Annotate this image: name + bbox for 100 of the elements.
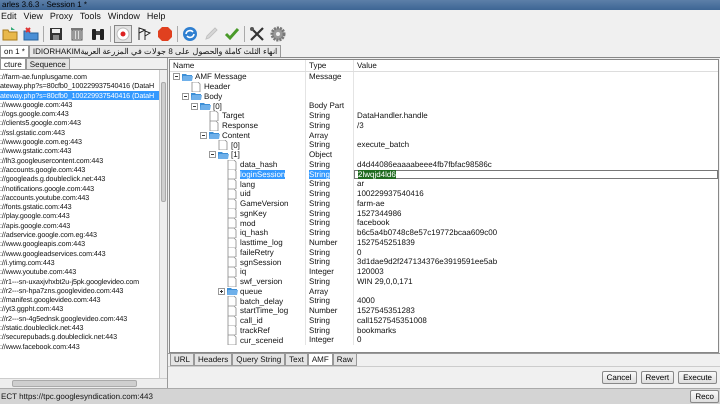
value-text: 4000	[357, 296, 375, 306]
node-name[interactable]: mod	[240, 218, 256, 228]
node-name[interactable]: iq_hash	[240, 228, 268, 238]
vertical-scrollbar[interactable]	[159, 70, 167, 378]
menu-item[interactable]: Tools	[80, 10, 101, 23]
folder-icon	[218, 150, 229, 160]
detail-tab[interactable]: Text	[285, 354, 308, 366]
folder-icon	[227, 286, 238, 296]
value-text: /3	[357, 120, 364, 130]
type-text: Number	[309, 306, 338, 315]
menu-item[interactable]: Window	[108, 10, 140, 23]
action-button[interactable]: Execute	[678, 371, 717, 384]
node-name[interactable]: GameVersion	[240, 199, 288, 208]
type-text: String	[309, 140, 330, 150]
session-tab[interactable]: on 1 *	[0, 45, 29, 57]
expander-icon[interactable]	[209, 151, 216, 158]
document-icon	[209, 111, 220, 121]
value-text: 1527344986	[357, 208, 402, 218]
node-name[interactable]: [1]	[231, 150, 240, 160]
type-text: String	[309, 248, 330, 256]
column-header[interactable]: Value	[354, 60, 718, 71]
document-icon	[227, 248, 238, 258]
type-text: String	[309, 276, 330, 286]
node-name[interactable]: Body	[204, 92, 222, 101]
column-header[interactable]: Name	[170, 60, 306, 71]
node-name[interactable]: Target	[222, 111, 244, 120]
record-icon	[115, 26, 131, 42]
folder-icon	[200, 101, 211, 111]
type-text: String	[309, 257, 330, 266]
pencil-icon	[203, 26, 219, 42]
node-name[interactable]: cur_sceneid	[240, 336, 284, 345]
expander-icon[interactable]	[182, 92, 189, 100]
column-header[interactable]: Type	[306, 60, 354, 71]
action-button[interactable]: Cancel	[602, 371, 637, 384]
document-icon	[227, 335, 238, 345]
menu-item[interactable]: Proxy	[50, 10, 73, 23]
type-text: Object	[309, 150, 332, 159]
node-name[interactable]: trackRef	[240, 326, 270, 335]
horizontal-scrollbar[interactable]	[0, 378, 167, 388]
detail-tab[interactable]: AMF	[308, 354, 333, 366]
node-name[interactable]: swf_version	[240, 277, 282, 286]
node-name[interactable]: lang	[240, 180, 256, 189]
session-tab[interactable]: IDIORHAKIMانهاء الثلث كاملة والحصول على 8 جولات في المزرعة العربية	[28, 45, 281, 57]
detail-tab[interactable]: Headers	[194, 354, 232, 366]
value-text: farm-ae	[357, 198, 385, 208]
status-text: ECT https://tpc.googlesyndication.com:443	[1, 390, 153, 402]
folder-icon	[209, 130, 220, 140]
type-text: String	[309, 218, 330, 228]
document-icon	[227, 267, 238, 277]
type-text: String	[309, 296, 330, 306]
node-name[interactable]: data_hash	[240, 160, 278, 170]
node-name[interactable]: startTime_log	[240, 306, 288, 316]
view-tab[interactable]: Sequence	[26, 58, 70, 69]
value-text: facebook	[357, 218, 390, 228]
document-icon	[227, 170, 238, 180]
type-text: Array	[309, 286, 328, 296]
node-name[interactable]: AMF Message	[195, 72, 247, 82]
menu-item[interactable]: Help	[146, 10, 166, 23]
expander-icon[interactable]	[173, 73, 180, 80]
node-name[interactable]: [0]	[231, 140, 240, 150]
toolbar-button[interactable]	[248, 24, 266, 42]
value-text: 0	[357, 248, 362, 256]
expander-icon[interactable]	[200, 132, 207, 139]
node-name[interactable]: call_id	[240, 316, 263, 326]
node-name[interactable]: Response	[222, 121, 258, 130]
node-name[interactable]: sgnSession	[240, 258, 282, 267]
node-name[interactable]: Content	[222, 130, 250, 140]
menu-item[interactable]: View	[24, 10, 43, 23]
view-tab[interactable]: cture	[0, 58, 26, 69]
expander-icon[interactable]	[218, 288, 225, 295]
detail-tab[interactable]: Query String	[232, 354, 286, 366]
value-text: execute_batch	[357, 140, 410, 150]
node-name[interactable]: batch_delay	[240, 296, 284, 306]
node-name[interactable]: uid	[240, 189, 251, 198]
document-icon	[227, 296, 238, 306]
node-name[interactable]: Header	[204, 82, 230, 92]
folder-icon	[23, 26, 39, 42]
node-name[interactable]: iq	[240, 267, 246, 276]
menu-item[interactable]: Edit	[1, 10, 17, 23]
tools-icon	[249, 26, 265, 42]
value-input-field[interactable]: 2lwqjd4ld6	[354, 170, 718, 180]
node-name[interactable]: [0]	[213, 102, 222, 111]
action-button[interactable]: Revert	[640, 371, 674, 384]
value-text: 1527545251839	[357, 238, 415, 247]
node-name[interactable]: faileRetry	[240, 248, 274, 257]
document-icon	[227, 208, 238, 218]
document-icon	[227, 316, 238, 326]
type-text: String	[309, 120, 330, 130]
checkmark-icon	[224, 26, 240, 42]
detail-tab[interactable]: Raw	[332, 354, 357, 366]
document-icon	[227, 189, 238, 199]
node-name[interactable]: sgnKey	[240, 208, 267, 218]
value-text: d4d44086eaaaabeee4fb7fbfac98586c	[357, 160, 492, 169]
detail-tab[interactable]: URL	[170, 354, 194, 366]
expander-icon[interactable]	[191, 102, 198, 110]
record-button[interactable]: Reco	[690, 390, 719, 403]
node-name[interactable]: queue	[240, 286, 262, 296]
node-name[interactable]: lasttime_log	[240, 238, 283, 248]
value-text: 1527545351283	[357, 306, 415, 315]
flags-icon	[136, 26, 152, 42]
